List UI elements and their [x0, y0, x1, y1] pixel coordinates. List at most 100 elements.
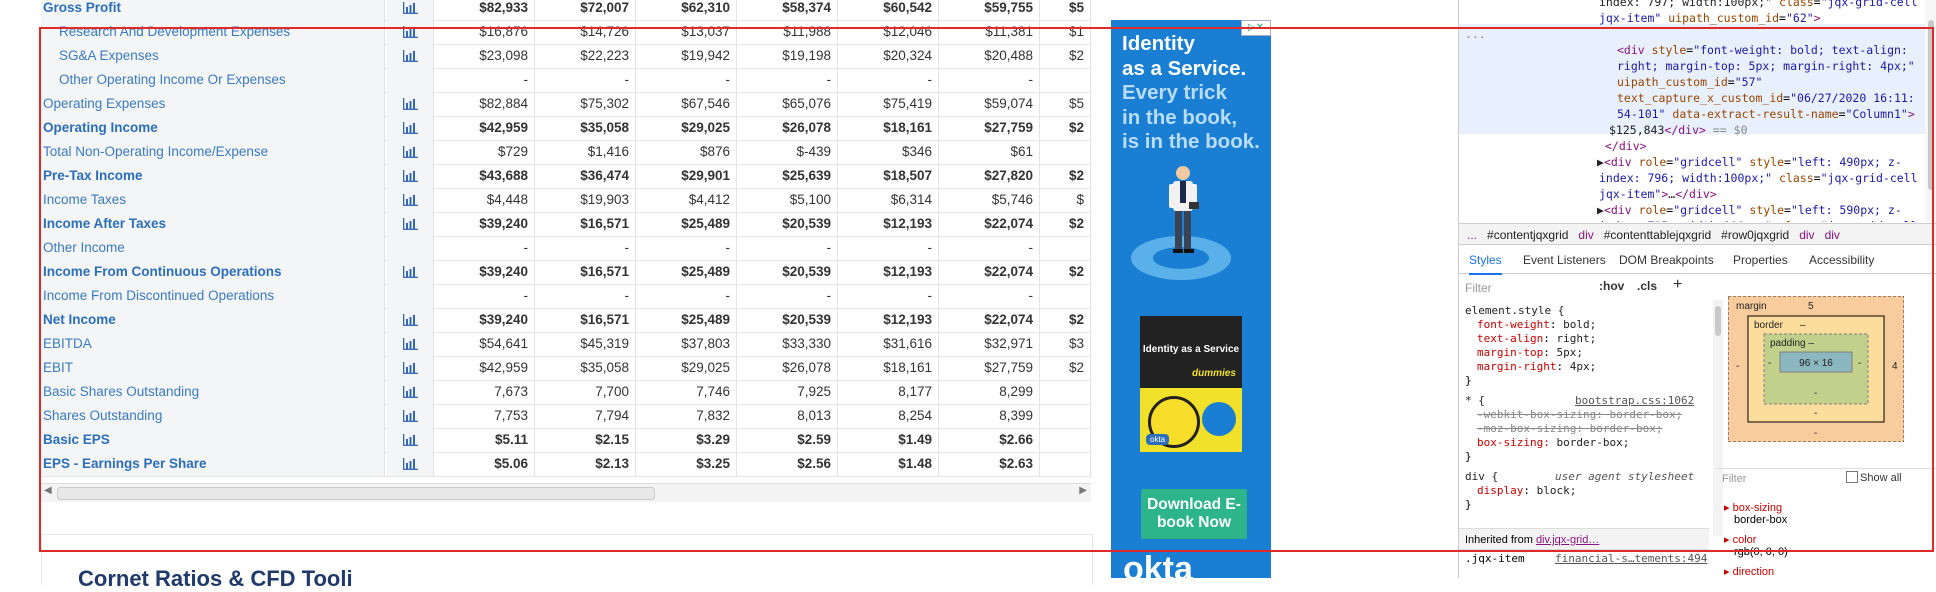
row-label[interactable]: Operating Expenses: [41, 92, 385, 116]
row-label[interactable]: Research And Development Expenses: [41, 20, 385, 44]
dom-node-line[interactable]: <div style="font-weight: bold; text-alig…: [1617, 42, 1908, 58]
row-label[interactable]: Pre-Tax Income: [41, 164, 385, 188]
dom-tree-scrollbar[interactable]: [1925, 0, 1936, 222]
bar-chart-icon[interactable]: [402, 266, 418, 279]
row-label[interactable]: EPS - Earnings Per Share: [41, 452, 385, 476]
dom-node-line[interactable]: index: 797; width:100px;" class="jqx-gri…: [1599, 0, 1918, 10]
tab-styles[interactable]: Styles: [1469, 247, 1502, 275]
dom-node-line[interactable]: ▶<div role="gridcell" style="left: 490px…: [1597, 154, 1902, 170]
bar-chart-icon[interactable]: [402, 146, 418, 159]
row-label[interactable]: Shares Outstanding: [41, 404, 385, 428]
scroll-left-arrow-icon[interactable]: ◀: [44, 485, 52, 496]
dom-node-line[interactable]: index: 796; width:100px;" class="jqx-gri…: [1599, 170, 1918, 186]
style-rule-selector[interactable]: * {bootstrap.css:1062: [1465, 394, 1694, 408]
row-chart-cell[interactable]: [387, 140, 434, 164]
scrollbar-thumb[interactable]: [1715, 306, 1721, 336]
tab-event-listeners[interactable]: Event Listeners: [1523, 247, 1606, 273]
breadcrumb-item[interactable]: #contenttablejqxgrid: [1604, 228, 1711, 242]
dom-node-line[interactable]: text_capture_x_custom_id="06/27/2020 16:…: [1617, 90, 1915, 106]
row-label[interactable]: Income From Discontinued Operations: [41, 284, 385, 308]
bar-chart-icon[interactable]: [402, 314, 418, 327]
breadcrumb-item[interactable]: div: [1578, 228, 1593, 242]
dom-node-line[interactable]: ▶<div role="gridcell" style="left: 590px…: [1597, 202, 1902, 218]
style-property[interactable]: text-align: right;: [1477, 332, 1596, 346]
row-chart-cell[interactable]: [387, 44, 434, 68]
row-chart-cell[interactable]: [387, 0, 434, 20]
style-property[interactable]: -moz-box-sizing: border-box;: [1477, 422, 1662, 436]
elements-dom-tree[interactable]: index: 797; width:100px;" class="jqx-gri…: [1459, 0, 1925, 222]
row-label[interactable]: Income After Taxes: [41, 212, 385, 236]
row-chart-cell[interactable]: [387, 164, 434, 188]
computed-filter-input[interactable]: Filter: [1722, 473, 1746, 485]
dom-breadcrumb[interactable]: ... #contentjqxgrid div #contenttablejqxgri…: [1459, 223, 1936, 245]
row-label[interactable]: Gross Profit: [41, 0, 385, 20]
row-label[interactable]: EBIT: [41, 356, 385, 380]
show-all-checkbox[interactable]: [1846, 471, 1858, 483]
dom-node-line[interactable]: jqx-item">…</div>: [1599, 186, 1717, 202]
rule-source-link[interactable]: financial-s…tements:494: [1555, 552, 1707, 565]
row-label[interactable]: Basic Shares Outstanding: [41, 380, 385, 404]
dom-node-line[interactable]: index: 795; width:100px;" class="jqx-gri…: [1599, 218, 1918, 222]
row-label[interactable]: Basic EPS: [41, 428, 385, 452]
advertisement[interactable]: ▷✕ Identity as a Service. Every trick in…: [1111, 20, 1271, 578]
dom-node-line[interactable]: jqx-item" uipath_custom_id="62">: [1599, 10, 1821, 26]
dom-node-line[interactable]: uipath_custom_id="57": [1617, 74, 1762, 90]
row-chart-cell[interactable]: [387, 332, 434, 356]
computed-property[interactable]: ▸ box-sizing border-box: [1724, 501, 1787, 526]
bar-chart-icon[interactable]: [402, 26, 418, 39]
breadcrumb-item[interactable]: #row0jqxgrid: [1721, 228, 1789, 242]
breadcrumb-item[interactable]: div: [1825, 228, 1840, 242]
bar-chart-icon[interactable]: [402, 410, 418, 423]
row-chart-cell[interactable]: [387, 380, 434, 404]
row-chart-cell[interactable]: [387, 428, 434, 452]
style-property[interactable]: display: block;: [1477, 484, 1576, 498]
scroll-right-arrow-icon[interactable]: ▶: [1079, 485, 1087, 496]
computed-property[interactable]: ▸ color rgb(0, 0, 0): [1724, 533, 1788, 558]
dom-node-line[interactable]: $125,843</div> == $0: [1609, 122, 1748, 138]
inherited-selector-link[interactable]: div.jqx-grid…: [1536, 534, 1599, 546]
ebook-cover[interactable]: Identity as a Service dummies okta: [1140, 316, 1242, 452]
style-property[interactable]: margin-top: 5px;: [1477, 346, 1583, 360]
dom-node-line[interactable]: ...: [1465, 26, 1486, 42]
style-rule-end[interactable]: }: [1465, 450, 1472, 464]
dom-node-line[interactable]: </div>: [1605, 138, 1647, 154]
style-rule-selector[interactable]: div {user agent stylesheet: [1465, 470, 1694, 484]
row-label[interactable]: Net Income: [41, 308, 385, 332]
bar-chart-icon[interactable]: [402, 2, 418, 15]
style-property[interactable]: margin-right: 4px;: [1477, 360, 1596, 374]
row-label[interactable]: Total Non-Operating Income/Expense: [41, 140, 385, 164]
style-property[interactable]: box-sizing: border-box;: [1477, 436, 1629, 450]
style-rule-end[interactable]: }: [1465, 498, 1472, 512]
grid-horizontal-scrollbar[interactable]: ◀ ▶: [41, 483, 1091, 502]
row-chart-cell[interactable]: [387, 308, 434, 332]
row-chart-cell[interactable]: [387, 356, 434, 380]
row-label[interactable]: Operating Income: [41, 116, 385, 140]
bar-chart-icon[interactable]: [402, 50, 418, 63]
hover-state-toggle[interactable]: :hov: [1599, 279, 1624, 293]
bar-chart-icon[interactable]: [402, 386, 418, 399]
tab-accessibility[interactable]: Accessibility: [1809, 247, 1874, 273]
styles-filter-input[interactable]: [1463, 278, 1597, 298]
scrollbar-thumb[interactable]: [57, 487, 655, 500]
row-chart-cell[interactable]: [387, 116, 434, 140]
row-chart-cell[interactable]: [387, 260, 434, 284]
bar-chart-icon[interactable]: [402, 218, 418, 231]
row-label[interactable]: SG&A Expenses: [41, 44, 385, 68]
style-rule-end[interactable]: }: [1465, 374, 1472, 388]
row-chart-cell[interactable]: [387, 212, 434, 236]
breadcrumb-item[interactable]: #contentjqxgrid: [1487, 228, 1568, 242]
computed-property[interactable]: ▸ direction: [1724, 565, 1774, 578]
bar-chart-icon[interactable]: [402, 194, 418, 207]
dom-node-line[interactable]: right; margin-top: 5px; margin-right: 4p…: [1617, 58, 1915, 74]
breadcrumb-item[interactable]: ...: [1467, 228, 1477, 242]
row-chart-cell[interactable]: [387, 92, 434, 116]
row-label[interactable]: Income From Continuous Operations: [41, 260, 385, 284]
row-label[interactable]: Income Taxes: [41, 188, 385, 212]
class-toggle[interactable]: .cls: [1637, 279, 1657, 293]
new-style-rule-button[interactable]: +: [1673, 276, 1682, 294]
bar-chart-icon[interactable]: [402, 170, 418, 183]
tab-properties[interactable]: Properties: [1733, 247, 1788, 273]
tab-dom-breakpoints[interactable]: DOM Breakpoints: [1619, 247, 1714, 273]
download-ebook-button[interactable]: Download E-book Now: [1141, 489, 1247, 539]
row-chart-cell[interactable]: [387, 20, 434, 44]
